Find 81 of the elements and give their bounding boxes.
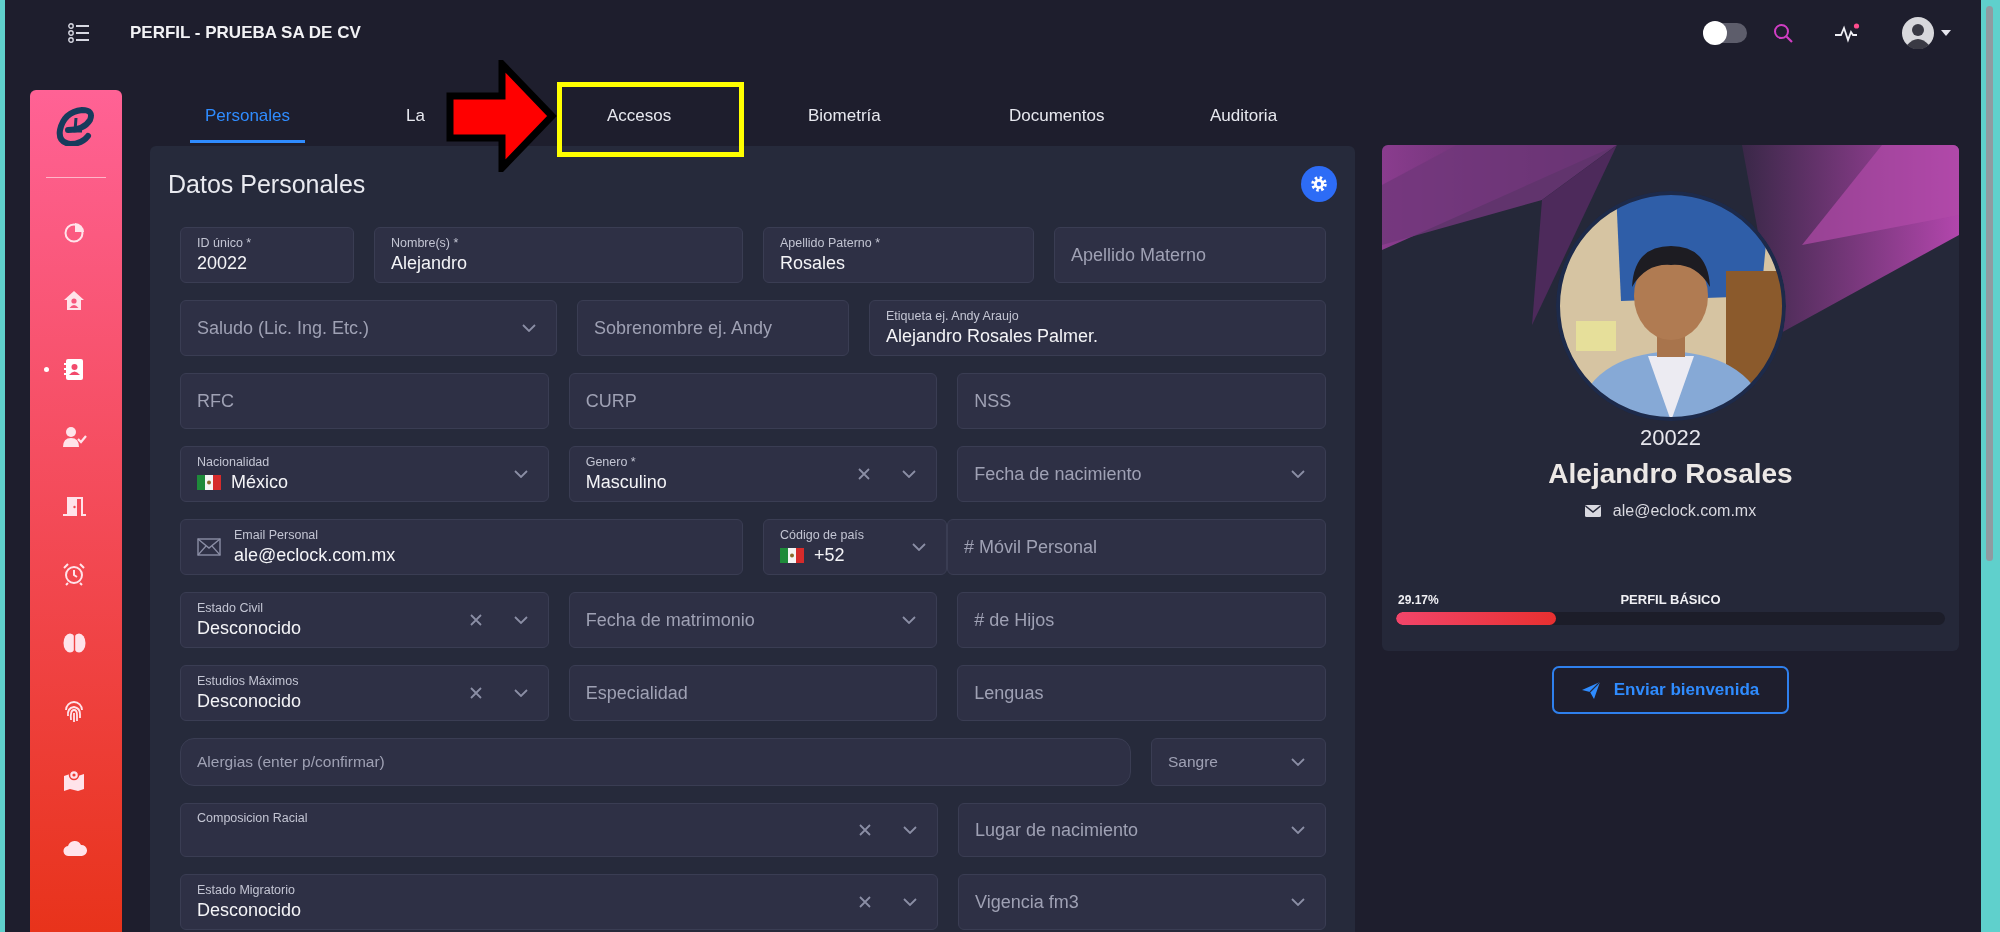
logo-icon[interactable] bbox=[56, 104, 96, 146]
input-field[interactable]: Etiqueta ej. Andy Araujo Alejandro Rosales Palmer. bbox=[869, 300, 1326, 356]
employee-email: ale@eclock.com.mx bbox=[1612, 501, 1757, 521]
chevron-icon[interactable] bbox=[903, 826, 917, 834]
tab[interactable]: Personales bbox=[190, 90, 306, 143]
select-field[interactable]: Nacionalidad México bbox=[180, 446, 549, 502]
mail-icon bbox=[197, 538, 221, 556]
select-field[interactable]: Saludo (Lic. Ing. Etc.) bbox=[180, 300, 557, 356]
input-field[interactable]: # Móvil Personal bbox=[947, 519, 1326, 575]
input-field[interactable]: CURP bbox=[568, 373, 938, 429]
send-icon bbox=[1581, 681, 1600, 699]
tab[interactable]: Accesos bbox=[592, 90, 687, 143]
chevron-icon[interactable] bbox=[903, 898, 917, 906]
input-field[interactable]: Nombre(s) * Alejandro bbox=[374, 227, 743, 283]
chevron-icon[interactable] bbox=[902, 616, 917, 624]
chevron-icon[interactable] bbox=[1291, 898, 1305, 906]
clear-icon[interactable] bbox=[469, 614, 482, 626]
input-field[interactable]: Sobrenombre ej. Andy bbox=[577, 300, 849, 356]
progress-reading: 29.17% bbox=[1398, 592, 1440, 608]
mail-icon bbox=[1584, 505, 1601, 517]
door-icon bbox=[63, 494, 87, 518]
chevron-icon[interactable] bbox=[1291, 826, 1305, 834]
caret-icon[interactable] bbox=[1941, 29, 1951, 36]
input-field[interactable]: Apellido Materno bbox=[1054, 227, 1326, 283]
tab[interactable]: Auditoria bbox=[1195, 90, 1293, 143]
settings-button[interactable] bbox=[1301, 166, 1337, 202]
scrollbar-thumb[interactable] bbox=[1986, 6, 1993, 561]
flag-icon bbox=[780, 547, 804, 563]
select-field[interactable]: Fecha de matrimonio bbox=[568, 592, 938, 648]
chevron-icon[interactable] bbox=[1291, 470, 1305, 478]
input-field[interactable]: Apellido Paterno * Rosales bbox=[763, 227, 1034, 283]
select-field[interactable]: Código de país +52 bbox=[763, 519, 947, 575]
theme-toggle[interactable] bbox=[1703, 20, 1747, 45]
chevron-icon[interactable] bbox=[513, 689, 528, 697]
input-field[interactable]: Especialidad bbox=[568, 665, 938, 721]
clear-icon[interactable] bbox=[859, 896, 871, 908]
input-field[interactable]: NSS bbox=[957, 373, 1326, 429]
tag-input-field[interactable]: Alergias (enter p/confirmar) bbox=[180, 738, 1131, 786]
user-check-icon bbox=[63, 426, 87, 450]
gear-icon bbox=[1310, 175, 1328, 193]
flag-icon bbox=[197, 474, 221, 490]
input-field[interactable]: RFC bbox=[180, 373, 549, 429]
progress-title: PERFIL BÁSICO bbox=[1620, 592, 1721, 608]
chevron-icon[interactable] bbox=[522, 324, 536, 332]
chevron-icon[interactable] bbox=[902, 470, 917, 478]
employee-id: 20022 bbox=[1639, 425, 1702, 451]
activity-icon[interactable] bbox=[1834, 22, 1860, 43]
employee-name: Alejandro Rosales bbox=[1548, 457, 1793, 491]
alarm-clock-icon bbox=[63, 563, 87, 587]
tab[interactable]: La bbox=[391, 90, 440, 143]
avatar-icon[interactable] bbox=[1902, 16, 1934, 49]
select-field[interactable]: Lugar de nacimiento bbox=[958, 803, 1326, 857]
input-field[interactable]: ID único * 20022 bbox=[180, 227, 354, 283]
clear-icon[interactable] bbox=[858, 468, 871, 480]
chevron-icon[interactable] bbox=[513, 470, 528, 478]
chevron-icon[interactable] bbox=[1291, 758, 1305, 766]
clear-icon[interactable] bbox=[859, 824, 871, 836]
select-field[interactable]: Estado Civil Desconocido bbox=[180, 592, 549, 648]
pie-chart-icon bbox=[63, 220, 87, 244]
select-field[interactable]: Fecha de nacimiento bbox=[957, 446, 1326, 502]
select-field[interactable]: Sangre bbox=[1151, 738, 1326, 786]
page-title: PERFIL - PRUEBA SA DE CV bbox=[130, 22, 361, 43]
email-field[interactable]: Email Personal ale@eclock.com.mx bbox=[180, 519, 743, 575]
select-field[interactable]: Genero * Masculino bbox=[568, 446, 938, 502]
select-field[interactable]: Composicion Racial bbox=[180, 803, 938, 857]
send-welcome-button[interactable]: Enviar bienvenida bbox=[1552, 666, 1789, 714]
input-field[interactable]: Lenguas bbox=[957, 665, 1326, 721]
search-icon[interactable] bbox=[1773, 22, 1793, 43]
select-field[interactable]: Estado Migratorio Desconocido bbox=[180, 874, 938, 930]
section-title: Datos Personales bbox=[168, 169, 366, 199]
clear-icon[interactable] bbox=[469, 687, 482, 699]
chevron-icon[interactable] bbox=[912, 543, 926, 551]
input-field[interactable]: # de Hijos bbox=[957, 592, 1326, 648]
brain-icon bbox=[63, 631, 87, 655]
chevron-icon[interactable] bbox=[513, 616, 528, 624]
tab[interactable]: Biometría bbox=[793, 90, 896, 143]
map-icon bbox=[63, 768, 87, 792]
select-field[interactable]: Vigencia fm3 bbox=[958, 874, 1326, 930]
select-field[interactable]: Estudios Máximos Desconocido bbox=[180, 665, 549, 721]
tab[interactable]: Documentos bbox=[994, 90, 1120, 143]
menu-icon[interactable] bbox=[68, 22, 90, 43]
